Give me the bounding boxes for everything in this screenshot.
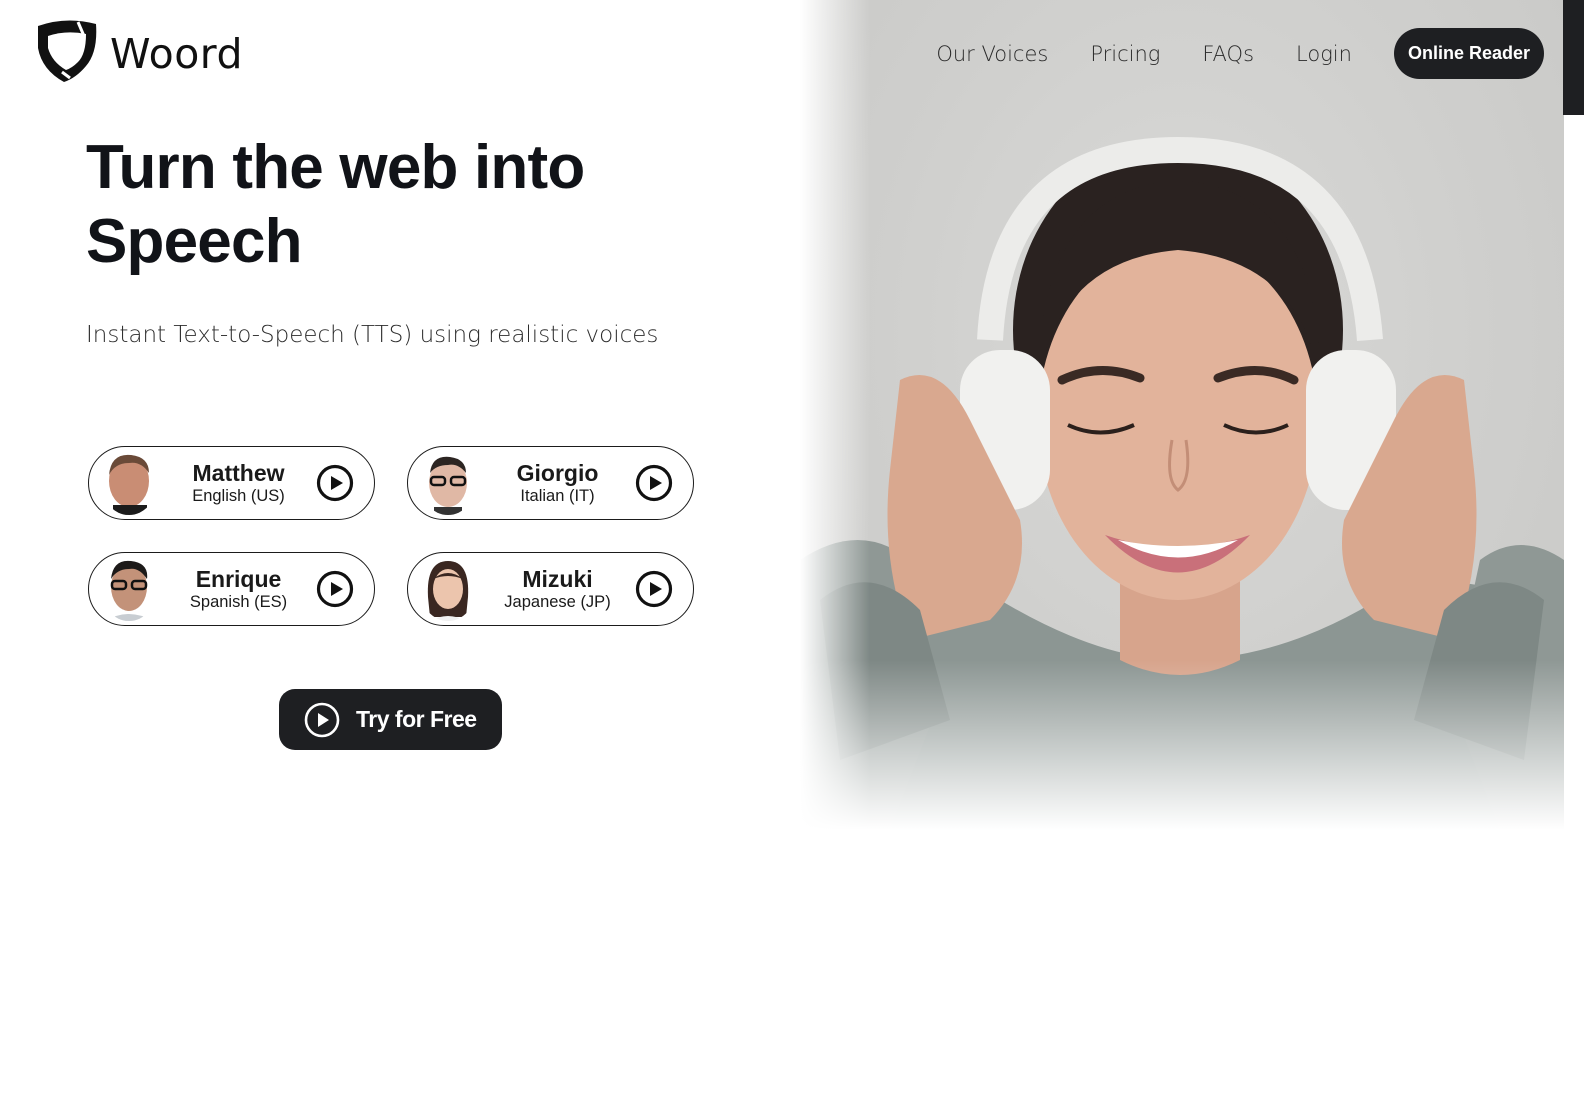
nav-link-our-voices[interactable]: Our Voices (936, 42, 1048, 66)
nav-link-faqs[interactable]: FAQs (1202, 42, 1254, 66)
scrollbar-thumb[interactable] (1563, 0, 1584, 115)
voice-language: Italian (IT) (520, 487, 595, 505)
voice-card-matthew[interactable]: Matthew English (US) (88, 446, 375, 520)
voice-card-enrique[interactable]: Enrique Spanish (ES) (88, 552, 375, 626)
voice-language: Spanish (ES) (189, 593, 288, 611)
nav-link-pricing[interactable]: Pricing (1090, 42, 1160, 66)
hero-subheadline: Instant Text-to-Speech (TTS) using reali… (86, 322, 659, 348)
brand-name: Woord (110, 29, 243, 78)
avatar (420, 557, 476, 621)
avatar (420, 451, 476, 515)
play-icon[interactable] (316, 464, 354, 502)
try-for-free-button[interactable]: Try for Free (279, 689, 502, 750)
play-icon[interactable] (316, 570, 354, 608)
shield-icon (34, 18, 98, 89)
voice-name: Matthew (192, 460, 285, 486)
headline-line-1: Turn the web into (86, 133, 585, 202)
main-nav: Our Voices Pricing FAQs Login Online Rea… (936, 28, 1544, 79)
play-icon[interactable] (635, 570, 673, 608)
voice-card-giorgio[interactable]: Giorgio Italian (IT) (407, 446, 694, 520)
voice-language: English (US) (192, 487, 285, 505)
play-icon[interactable] (635, 464, 673, 502)
online-reader-button[interactable]: Online Reader (1393, 28, 1544, 79)
brand-logo[interactable]: Woord (34, 18, 243, 89)
hero-image (800, 0, 1564, 830)
play-icon (304, 702, 340, 737)
hero-headline: Turn the web into Speech (86, 131, 585, 279)
voice-card-mizuki[interactable]: Mizuki Japanese (JP) (407, 552, 694, 626)
voice-language: Japanese (JP) (504, 593, 611, 611)
avatar (101, 451, 157, 515)
try-for-free-label: Try for Free (356, 706, 477, 732)
nav-link-login[interactable]: Login (1296, 42, 1352, 66)
headline-line-2: Speech (86, 207, 303, 276)
voice-name: Enrique (195, 566, 282, 592)
avatar (101, 557, 157, 621)
voice-name: Mizuki (522, 566, 593, 592)
voice-name: Giorgio (516, 460, 599, 486)
